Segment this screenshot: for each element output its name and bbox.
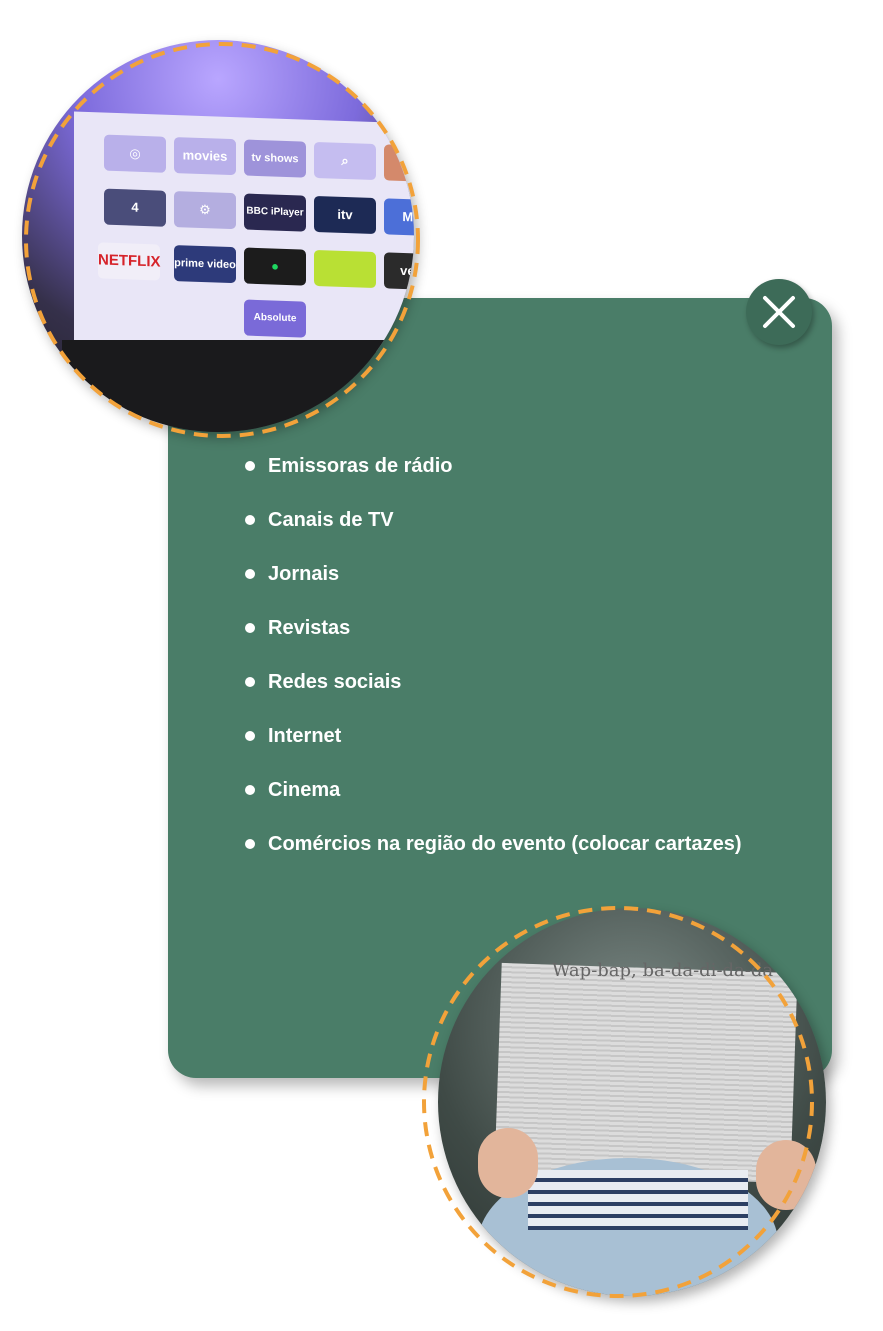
search-tile: ⌕ [314, 141, 376, 181]
tv-app-tile: Absolute [244, 299, 306, 338]
tv-stand [62, 340, 402, 432]
bullet-icon [245, 677, 255, 687]
bullet-icon [245, 731, 255, 741]
list-item-label: Canais de TV [268, 509, 394, 531]
play-tile: ▶ [384, 144, 414, 183]
bullet-icon [245, 839, 255, 849]
bullet-icon [245, 569, 255, 579]
list-item: Revistas [244, 614, 742, 668]
media-channel-list: Emissoras de rádio Canais de TV Jornais … [244, 452, 742, 884]
list-item-label: Internet [268, 725, 342, 747]
list-item-label: Redes sociais [268, 671, 402, 693]
list-item: Redes sociais [244, 668, 742, 722]
tv-app-tile: vevo [384, 252, 414, 291]
list-item-label: Cinema [268, 779, 341, 801]
settings-tile: ⚙ [174, 191, 236, 230]
bullet-icon [245, 623, 255, 633]
tv-app-tile: movies [174, 137, 236, 176]
newspaper [494, 962, 798, 1184]
tv-app-tile: itv [314, 195, 376, 235]
left-hand [478, 1128, 538, 1198]
right-hand [756, 1140, 816, 1210]
list-item: Cinema [244, 776, 742, 830]
tv-app-tile: NETFLIX [98, 242, 161, 281]
list-item: Jornais [244, 560, 742, 614]
bullet-icon [245, 461, 255, 471]
tv-apps-photo: ◎ movies tv shows ⌕ ▶ 4 ⚙ BBC iPlayer it… [22, 40, 414, 432]
tv-app-tile: BBC iPlayer [244, 193, 306, 232]
tv-screen: ◎ movies tv shows ⌕ ▶ 4 ⚙ BBC iPlayer it… [74, 111, 414, 355]
spotify-tile: ● [244, 247, 306, 286]
list-item-label: Revistas [268, 617, 351, 639]
bullet-icon [245, 785, 255, 795]
podcasts-tile: ◎ [104, 134, 166, 173]
close-icon [763, 296, 795, 328]
close-button[interactable] [746, 279, 812, 345]
list-item-label: Comércios na região do evento (colocar c… [268, 833, 742, 855]
newspaper-headline: Wap-bap, ba-da-di-da-da [552, 960, 774, 981]
newspaper-reader-photo: Wap-bap, ba-da-di-da-da [438, 908, 826, 1296]
channel4-tile: 4 [104, 188, 166, 227]
tv-app-tile: prime video [174, 245, 236, 284]
list-item: Internet [244, 722, 742, 776]
striped-shirt [528, 1170, 748, 1230]
list-item-label: Emissoras de rádio [268, 455, 453, 477]
list-item-label: Jornais [268, 563, 340, 585]
tv-app-tile: tv shows [244, 139, 306, 178]
list-item: Comércios na região do evento (colocar c… [244, 830, 742, 884]
tv-app-tile: My5 [384, 198, 414, 237]
list-item: Emissoras de rádio [244, 452, 742, 506]
app-tile [314, 249, 376, 289]
bullet-icon [245, 515, 255, 525]
list-item: Canais de TV [244, 506, 742, 560]
